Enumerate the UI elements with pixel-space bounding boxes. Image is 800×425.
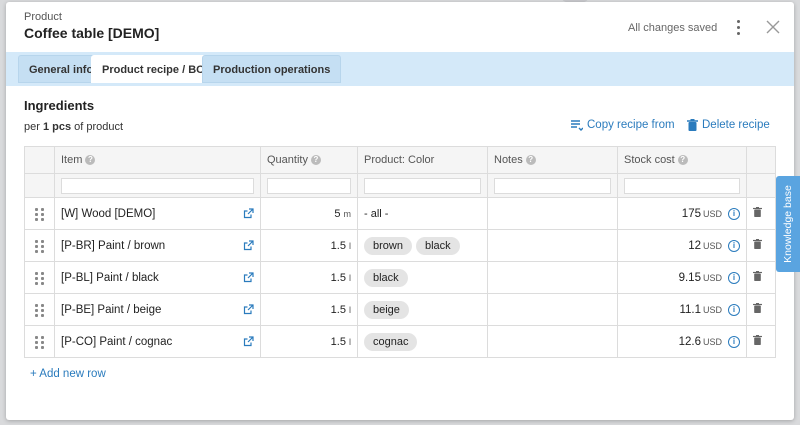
color-chip[interactable]: beige [364,300,409,319]
trash-icon[interactable] [753,271,762,281]
cost-value: 175 [681,207,701,220]
currency-label: USD [702,240,722,251]
column-header-item: Item? [54,146,261,174]
trash-icon [687,119,698,131]
notes-cell[interactable] [487,197,618,230]
filter-color-input[interactable] [364,177,481,194]
knowledge-base-button[interactable]: Knowledge base [776,176,800,272]
tab-production-operations[interactable]: Production operations [202,55,342,83]
external-link-icon[interactable] [243,208,254,219]
info-icon[interactable]: i [728,239,740,252]
tab-bar: General info Product recipe / BOM Produc… [6,52,794,86]
unit-label: m [343,208,352,219]
quantity-value[interactable]: 1.5 [331,240,346,252]
page-title: Coffee table [DEMO] [24,25,160,41]
drag-handle-icon[interactable] [35,239,45,253]
info-icon[interactable]: i [728,207,740,220]
drag-handle-icon[interactable] [35,303,45,317]
info-icon[interactable]: i [728,335,740,348]
table-row: [P-BR] Paint / brown 1.5 l brown black 12… [24,229,776,262]
filter-notes-input[interactable] [494,177,611,194]
currency-label: USD [702,272,722,283]
column-header-notes: Notes? [487,146,618,174]
column-header-stock-cost: Stock cost? [617,146,747,174]
trash-icon[interactable] [753,335,762,345]
save-status: All changes saved [628,22,718,34]
delete-recipe-button[interactable]: Delete recipe [687,119,770,131]
table-header-row: Item? Quantity? Product: Color Notes? St… [24,146,776,174]
unit-label: l [349,336,351,347]
add-new-row-button[interactable]: + Add new row [30,368,106,380]
quantity-value[interactable]: 5 [334,208,340,220]
item-name[interactable]: [P-BR] Paint / brown [61,240,165,252]
cost-value: 9.15 [678,271,701,284]
external-link-icon[interactable] [243,240,254,251]
unit-label: l [349,240,351,251]
column-header-color: Product: Color [357,146,488,174]
notes-cell[interactable] [487,293,618,326]
filter-row [24,173,776,198]
quantity-value[interactable]: 1.5 [331,304,346,316]
color-chip[interactable]: brown [364,236,412,255]
table-row: [P-BL] Paint / black 1.5 l black 9.15 USD… [24,261,776,294]
trash-icon[interactable] [753,207,762,217]
help-icon[interactable]: ? [310,155,321,166]
table-row: [P-CO] Paint / cognac 1.5 l cognac 12.6 U… [24,325,776,358]
help-icon[interactable]: ? [677,155,688,166]
currency-label: USD [702,304,722,315]
quantity-value[interactable]: 1.5 [331,336,346,348]
ingredients-table: Item? Quantity? Product: Color Notes? St… [24,146,776,358]
per-product-text: per 1 pcs of product [24,121,124,133]
color-chip[interactable]: black [364,268,408,287]
filter-cost-input[interactable] [624,177,740,194]
trash-icon[interactable] [753,239,762,249]
list-icon [571,120,583,131]
product-modal: Product Coffee table [DEMO] All changes … [6,2,794,420]
unit-label: l [349,304,351,315]
help-icon[interactable]: ? [85,155,96,166]
drag-handle-icon[interactable] [35,271,45,285]
notes-cell[interactable] [487,229,618,262]
close-icon[interactable] [764,18,782,36]
more-options-icon[interactable] [728,17,748,37]
filter-quantity-input[interactable] [267,177,351,194]
external-link-icon[interactable] [243,336,254,347]
external-link-icon[interactable] [243,272,254,283]
cost-value: 12.6 [678,335,701,348]
unit-label: l [349,272,351,283]
help-icon[interactable]: ? [525,155,536,166]
notes-cell[interactable] [487,325,618,358]
item-name[interactable]: [P-CO] Paint / cognac [61,336,172,348]
trash-icon[interactable] [753,303,762,313]
column-header-quantity: Quantity? [260,146,358,174]
modal-header: Product Coffee table [DEMO] All changes … [6,2,794,52]
section-title: Ingredients [24,98,95,113]
currency-label: USD [702,208,722,219]
notes-cell[interactable] [487,261,618,294]
currency-label: USD [702,336,722,347]
item-name[interactable]: [P-BL] Paint / black [61,272,159,284]
filter-item-input[interactable] [61,177,254,194]
per-quantity[interactable]: 1 pcs [43,121,71,133]
item-name[interactable]: [W] Wood [DEMO] [61,208,155,220]
item-name[interactable]: [P-BE] Paint / beige [61,304,161,316]
cost-value: 11.1 [679,303,701,316]
table-row: [W] Wood [DEMO] 5 m - all - 175 USD i [24,197,776,230]
color-chip[interactable]: black [415,236,460,255]
cost-value: 12 [688,239,701,252]
drag-handle-icon[interactable] [35,207,45,221]
color-all-value[interactable]: - all - [364,208,388,220]
info-icon[interactable]: i [728,271,740,284]
drag-handle-icon[interactable] [35,335,45,349]
copy-recipe-button[interactable]: Copy recipe from [570,119,675,131]
quantity-value[interactable]: 1.5 [331,272,346,284]
color-chip[interactable]: cognac [364,332,418,351]
info-icon[interactable]: i [728,303,740,316]
header-kicker: Product [24,11,62,23]
table-row: [P-BE] Paint / beige 1.5 l beige 11.1 USD… [24,293,776,326]
external-link-icon[interactable] [243,304,254,315]
